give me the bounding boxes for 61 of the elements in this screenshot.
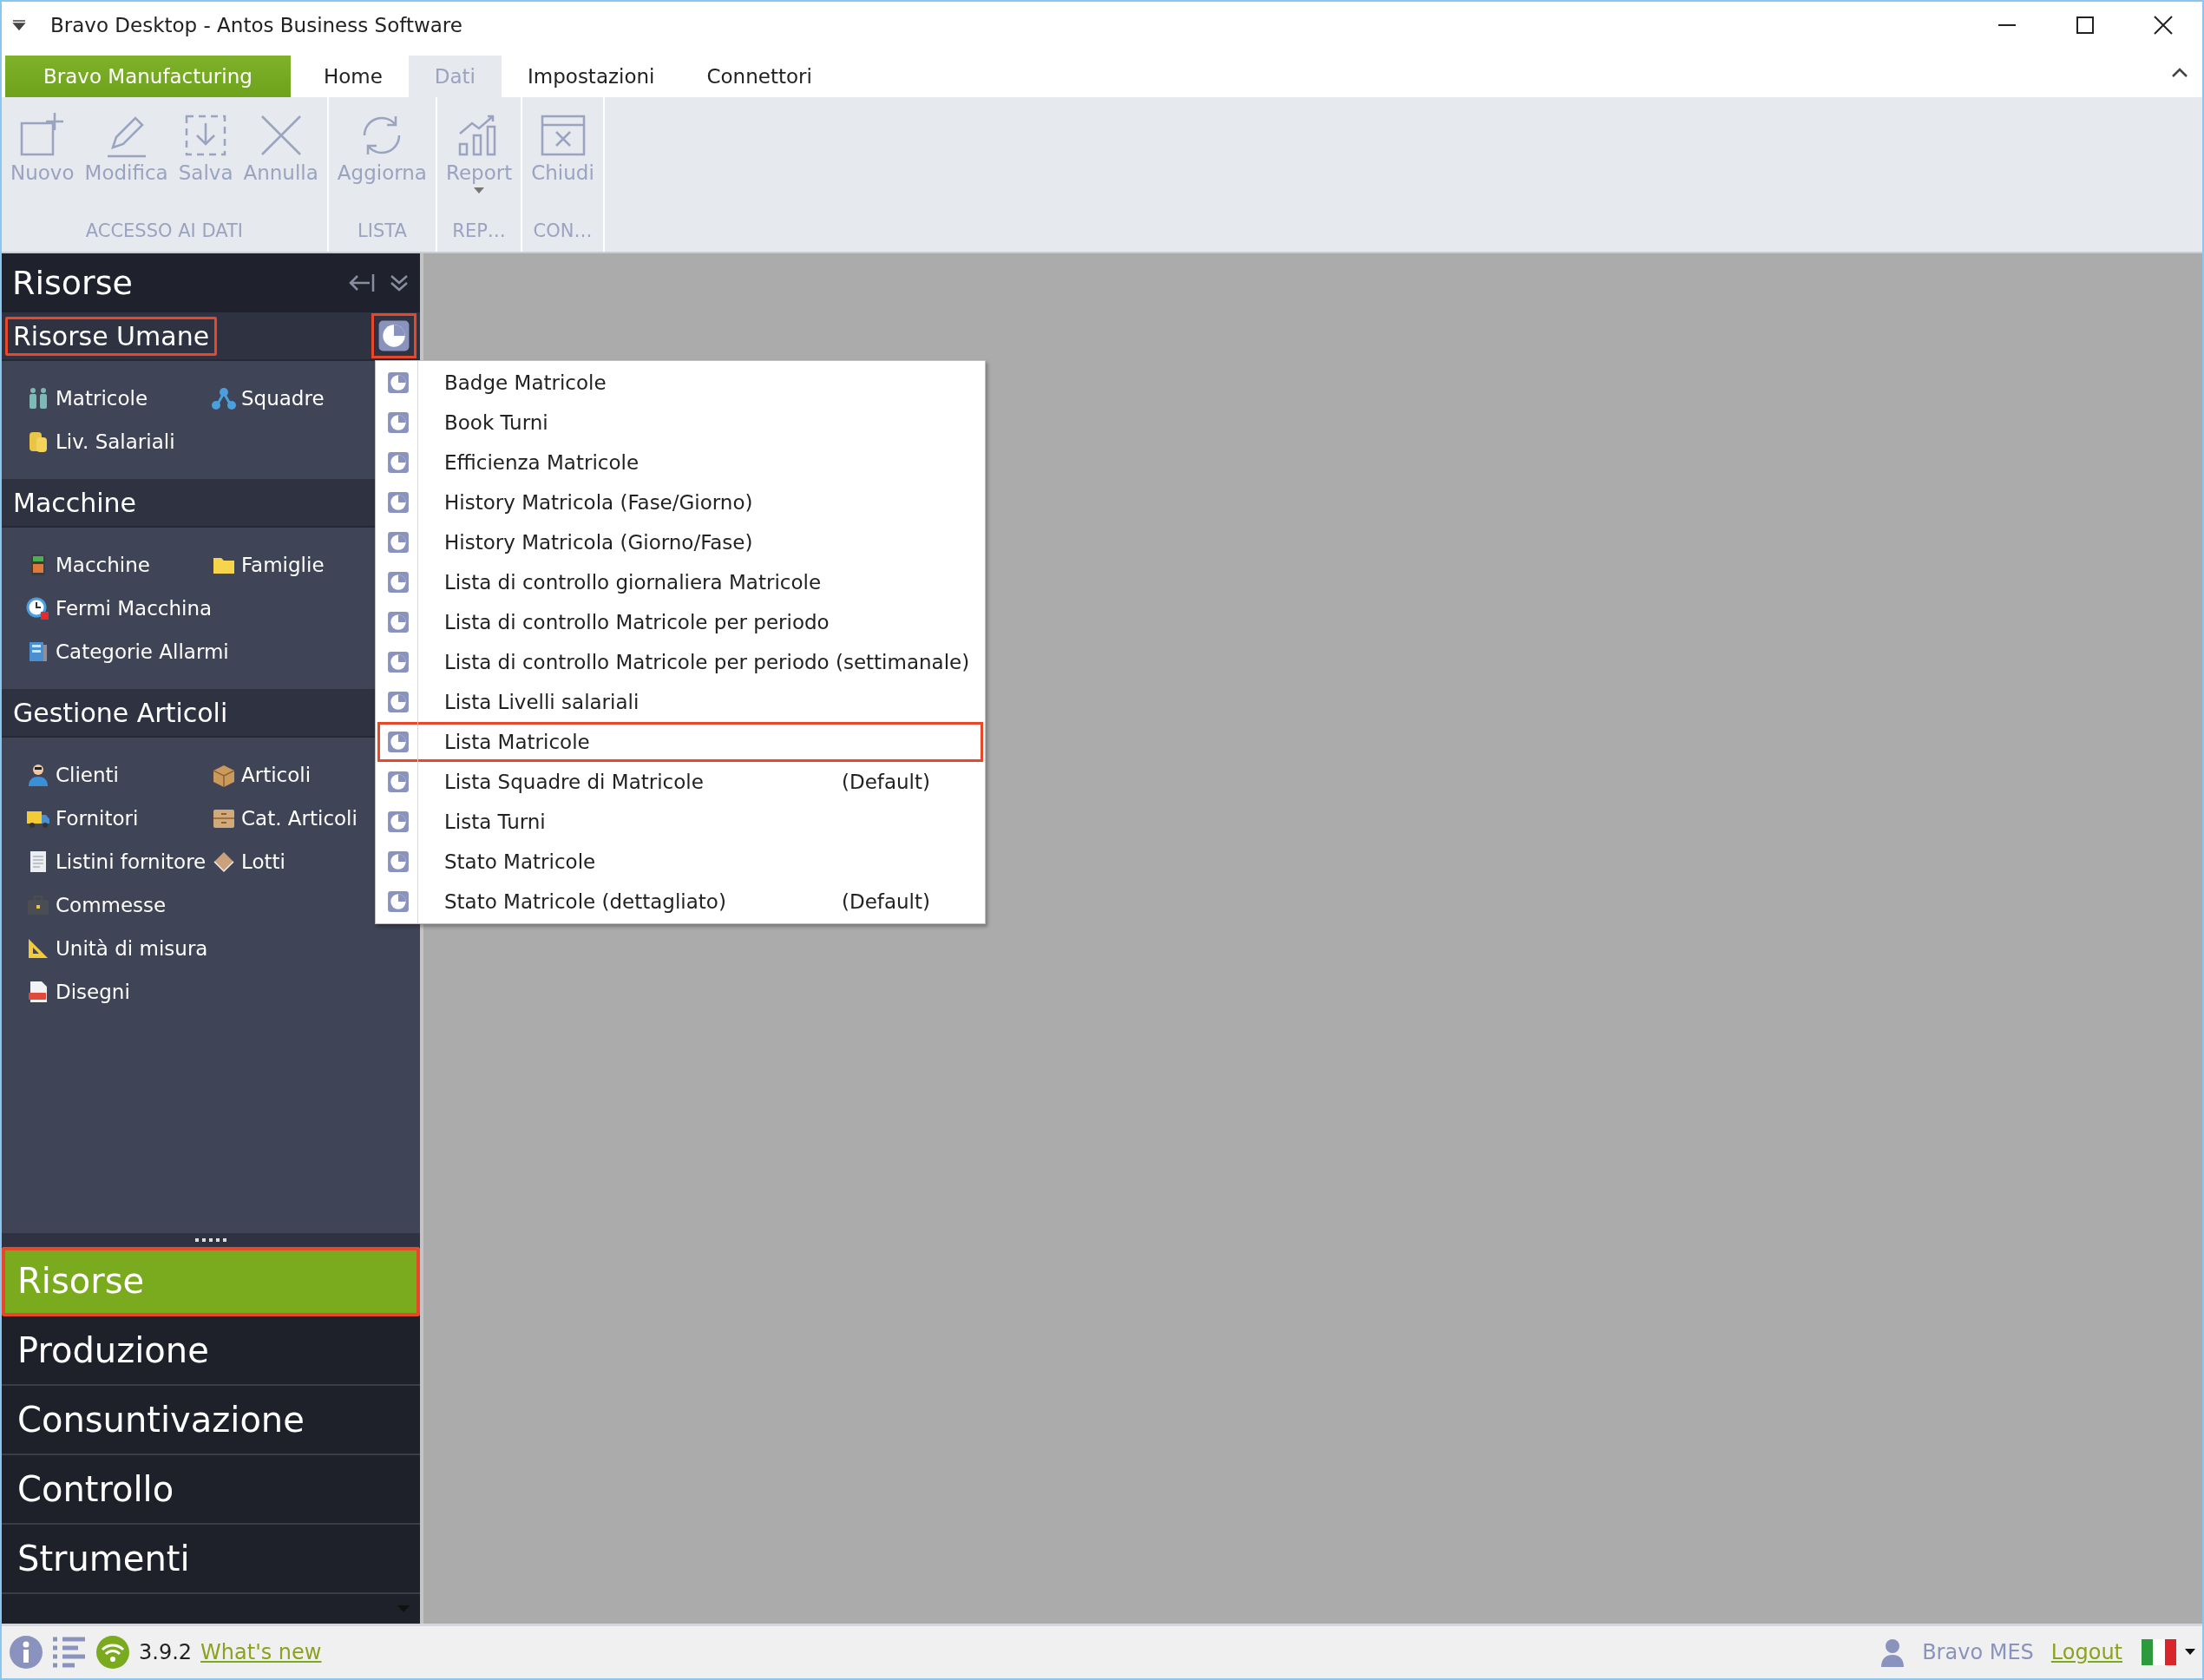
maximize-icon[interactable] xyxy=(2076,16,2095,35)
network-icon xyxy=(212,386,236,410)
person-icon xyxy=(26,763,50,787)
grip-icon[interactable] xyxy=(194,1237,228,1243)
flag-icon[interactable] xyxy=(2142,1639,2176,1665)
wifi-icon[interactable] xyxy=(95,1635,130,1670)
box-icon xyxy=(212,763,236,787)
version-text: 3.9.2 xyxy=(139,1640,193,1664)
dropdown-arrow-icon[interactable] xyxy=(12,20,26,30)
pie-chart-icon xyxy=(387,890,410,913)
group-label: REP… xyxy=(451,220,507,243)
pie-chart-icon xyxy=(387,531,410,554)
caret-down-icon[interactable] xyxy=(2185,1649,2195,1656)
list-icon[interactable] xyxy=(52,1636,87,1669)
briefcase-icon xyxy=(26,893,50,917)
pie-chart-icon xyxy=(387,651,410,673)
pie-chart-icon xyxy=(387,451,410,474)
menu-item[interactable]: Lista Squadre di Matricole (Default) xyxy=(377,762,983,802)
sidebar-item[interactable]: Clienti xyxy=(26,757,212,793)
panel-title: Risorse xyxy=(12,264,134,302)
sidebar-item[interactable]: Fornitori xyxy=(26,800,212,837)
double-chevron-down-icon[interactable] xyxy=(389,272,410,293)
menu-item[interactable]: Lista Matricole xyxy=(377,722,983,762)
pie-chart-icon xyxy=(387,691,410,713)
pie-chart-icon xyxy=(387,731,410,753)
user-name: Bravo MES xyxy=(1922,1640,2034,1664)
pie-chart-icon xyxy=(377,319,410,352)
sidebar-item[interactable]: Unità di misura xyxy=(26,930,403,967)
info-icon[interactable] xyxy=(9,1635,43,1670)
user-icon xyxy=(1880,1637,1906,1667)
menu-item[interactable]: History Matricola (Fase/Giorno) xyxy=(377,482,983,522)
menu-item[interactable]: Lista Livelli salariali xyxy=(377,682,983,722)
close-icon[interactable] xyxy=(2154,16,2173,35)
group-label: CON… xyxy=(532,220,594,243)
report-button[interactable] xyxy=(371,313,417,358)
pie-chart-icon xyxy=(387,771,410,793)
pin-icon[interactable] xyxy=(347,272,377,294)
clock-icon xyxy=(26,596,50,620)
pie-chart-icon xyxy=(387,850,410,873)
menu-item[interactable]: Efficienza Matricole xyxy=(377,443,983,482)
menu-item[interactable]: Lista Turni xyxy=(377,802,983,842)
diamond-icon xyxy=(212,850,236,874)
menu-item[interactable]: Lista di controllo Matricole per periodo (settimanale) xyxy=(377,642,983,682)
group-label: ACCESSO AI DATI xyxy=(84,220,245,243)
pie-chart-icon xyxy=(387,571,410,594)
pie-chart-icon xyxy=(387,371,410,394)
pie-chart-icon xyxy=(387,810,410,833)
pie-chart-icon xyxy=(387,411,410,434)
sidebar-item[interactable]: Macchine xyxy=(26,547,212,583)
ribbon-tab[interactable]: Impostazioni xyxy=(502,56,681,97)
section-title[interactable]: Risorse Umane xyxy=(5,316,218,356)
pie-chart-icon xyxy=(387,491,410,514)
ribbon-tab[interactable]: Home xyxy=(297,56,409,97)
pie-chart-icon xyxy=(387,611,410,633)
chevron-up-icon[interactable] xyxy=(2171,67,2188,79)
window-title: Bravo Desktop - Antos Business Software xyxy=(50,14,462,36)
sidebar-item[interactable]: Listini fornitore xyxy=(26,843,212,880)
sidebar-item[interactable]: Disegni xyxy=(26,974,403,1010)
group-label: LISTA xyxy=(357,220,408,243)
sidebar-item[interactable]: Matricole xyxy=(26,380,212,417)
ribbon-tab[interactable]: Connettori xyxy=(680,56,838,97)
